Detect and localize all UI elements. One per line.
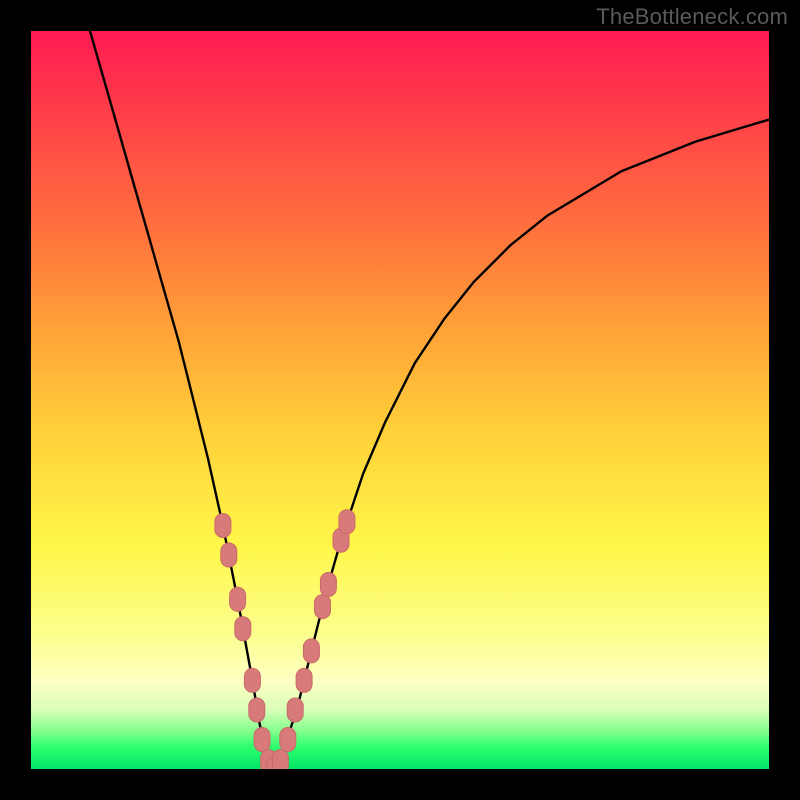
marker-dot [235, 617, 251, 641]
watermark-text: TheBottleneck.com [596, 4, 788, 30]
marker-dot [315, 595, 331, 619]
marker-dot [287, 698, 303, 722]
marker-dot [249, 698, 265, 722]
marker-dot [296, 668, 312, 692]
marker-dot [221, 543, 237, 567]
highlight-dots [215, 510, 355, 769]
marker-dot [303, 639, 319, 663]
marker-dot [272, 750, 288, 769]
marker-dot [320, 573, 336, 597]
chart-svg [31, 31, 769, 769]
marker-dot [215, 514, 231, 538]
marker-dot [244, 668, 260, 692]
outer-frame: TheBottleneck.com [0, 0, 800, 800]
bottleneck-curve [90, 31, 769, 769]
marker-dot [254, 728, 270, 752]
plot-area [31, 31, 769, 769]
marker-dot [280, 728, 296, 752]
marker-dot [339, 510, 355, 534]
marker-dot [230, 587, 246, 611]
